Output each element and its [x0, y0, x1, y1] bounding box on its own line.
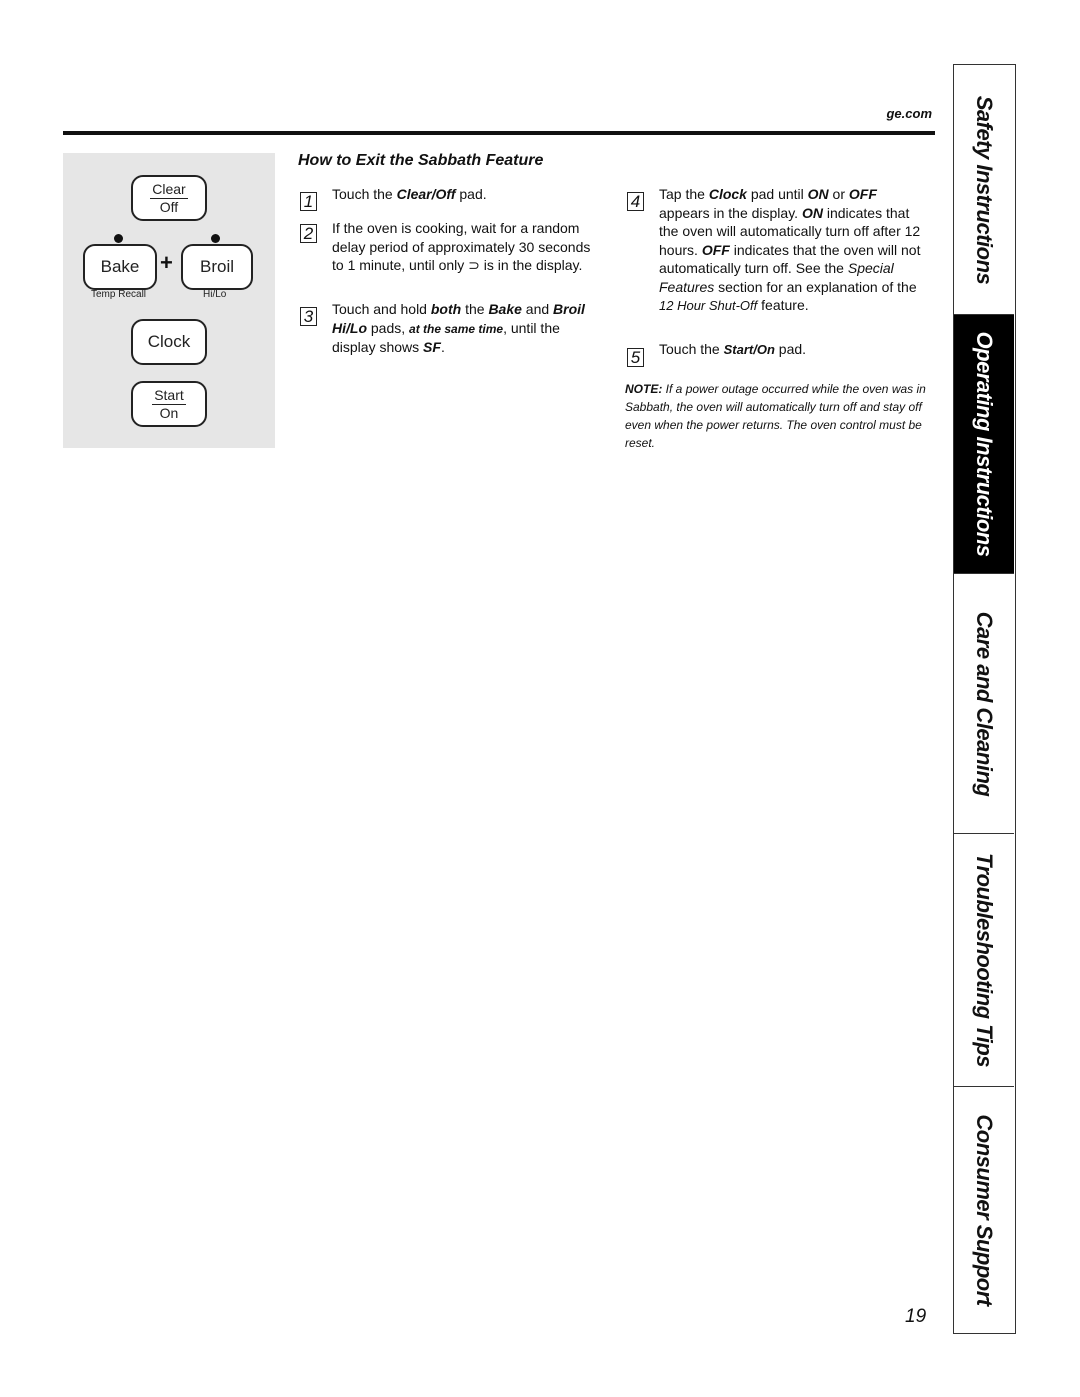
step-2-text: If the oven is cooking, wait for a rando…: [332, 220, 591, 273]
tab-consumer-support[interactable]: Consumer Support: [954, 1086, 1014, 1332]
note: NOTE: If a power outage occurred while t…: [625, 380, 935, 452]
text: appears in the display.: [659, 204, 802, 221]
step-number: 3: [300, 307, 317, 326]
step-number: 5: [627, 348, 644, 367]
emphasis: 12 Hour Shut-Off: [659, 298, 758, 313]
off-label: Off: [159, 198, 179, 215]
clock-label: Clock: [147, 332, 191, 351]
text: feature.: [757, 297, 809, 313]
text: pad.: [455, 186, 487, 202]
text: pad.: [774, 341, 807, 357]
site-url[interactable]: ge.com: [862, 106, 932, 121]
step-1-text: Touch the Clear/Off pad.: [332, 185, 602, 204]
step-4-text: Tap the Clock pad until ON or OFF appear…: [659, 185, 931, 316]
text: .: [440, 339, 445, 355]
start-on-pad: Start On: [131, 381, 207, 427]
step-number: 4: [627, 192, 644, 211]
note-label: NOTE:: [625, 382, 663, 396]
tab-label: Consumer Support: [972, 1113, 997, 1306]
section-title: How to Exit the Sabbath Feature: [298, 152, 544, 169]
tab-label: Troubleshooting Tips: [972, 852, 997, 1068]
text: the: [461, 301, 489, 317]
step-3-text: Touch and hold both the Bake and Broil H…: [332, 300, 604, 357]
emphasis: both: [430, 301, 462, 317]
step-number: 1: [300, 192, 317, 211]
text: Tap the: [659, 186, 709, 202]
emphasis: Start/On: [723, 342, 775, 357]
clear-label: Clear: [150, 180, 188, 199]
emphasis: OFF: [701, 241, 730, 258]
tab-care-and-cleaning[interactable]: Care and Cleaning: [954, 573, 1014, 833]
section-tab-strip: Safety Instructions Operating Instructio…: [953, 64, 1016, 1334]
emphasis: Clear/Off: [396, 186, 456, 202]
temp-recall-label: Temp Recall: [91, 289, 147, 300]
step-number: 2: [300, 224, 317, 243]
text: pad until: [746, 186, 808, 202]
text: section for an explanation of the: [714, 278, 917, 295]
tab-label: Safety Instructions: [972, 95, 997, 284]
clear-off-pad: Clear Off: [131, 175, 207, 221]
tab-troubleshooting-tips[interactable]: Troubleshooting Tips: [954, 833, 1014, 1086]
tab-safety-instructions[interactable]: Safety Instructions: [954, 65, 1014, 314]
bake-indicator-dot: [114, 234, 123, 243]
emphasis: at the same time: [409, 321, 504, 336]
step-5-text: Touch the Start/On pad.: [659, 340, 931, 360]
broil-indicator-dot: [211, 234, 220, 243]
text: Touch the: [659, 341, 724, 357]
text: Touch the: [332, 186, 397, 202]
tab-operating-instructions[interactable]: Operating Instructions: [954, 314, 1014, 573]
broil-pad: Broil: [181, 244, 253, 290]
emphasis: ON: [807, 186, 829, 202]
tab-label: Operating Instructions: [972, 331, 997, 557]
start-label: Start: [152, 386, 186, 405]
header-rule: [63, 131, 935, 135]
page-number: 19: [905, 1306, 927, 1327]
on-label: On: [159, 404, 179, 421]
text: or: [828, 186, 849, 202]
bake-pad: Bake: [83, 244, 157, 290]
text: and: [521, 301, 554, 317]
emphasis: ON: [801, 204, 823, 221]
emphasis: Bake: [488, 301, 522, 317]
clock-pad: Clock: [131, 319, 207, 365]
bake-label: Bake: [100, 257, 140, 276]
text: pads,: [367, 319, 410, 336]
emphasis: SF: [423, 339, 441, 355]
plus-sign: +: [160, 250, 173, 275]
emphasis: Clock: [708, 186, 747, 202]
tab-label: Care and Cleaning: [972, 611, 997, 796]
text: Touch and hold: [332, 301, 431, 317]
emphasis: OFF: [848, 186, 877, 202]
note-text: If a power outage occurred while the ove…: [625, 382, 926, 450]
control-panel-illustration: Clear Off Bake + Broil Temp Recall Hi/Lo …: [63, 153, 275, 448]
broil-label: Broil: [199, 257, 234, 276]
hi-lo-label: Hi/Lo: [203, 289, 227, 300]
